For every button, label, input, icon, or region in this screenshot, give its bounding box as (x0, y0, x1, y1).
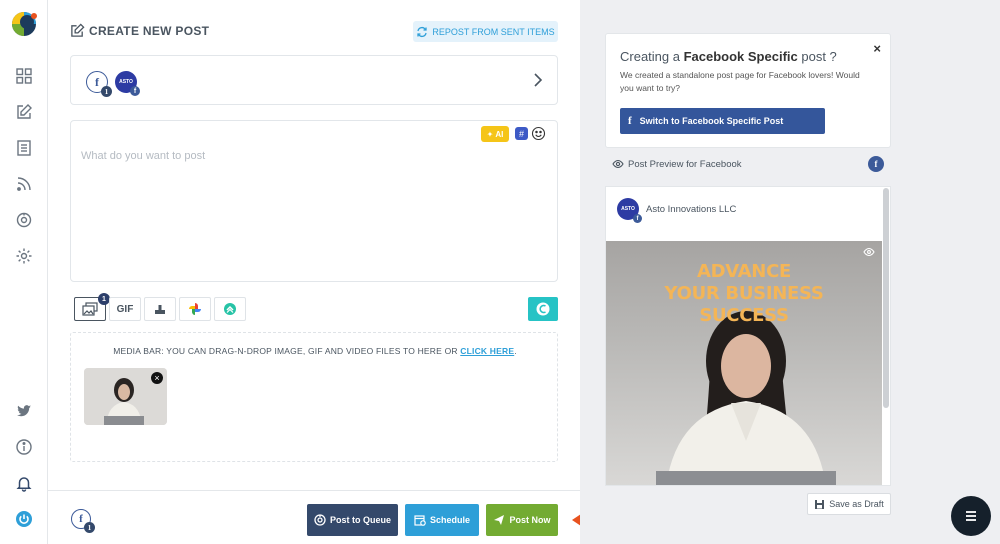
power-icon[interactable] (13, 508, 35, 530)
post-preview-card: ASTO f Asto Innovations LLC ADVANCE YOUR… (605, 186, 891, 486)
footer-facebook-icon[interactable]: f 1 (71, 509, 95, 533)
canva-button[interactable] (214, 297, 246, 321)
calendar-clock-icon (414, 515, 426, 526)
page-title-row: CREATE NEW POST (70, 23, 209, 38)
post-now-button[interactable]: Post Now (486, 504, 558, 536)
page-avatar[interactable]: ASTO f (115, 71, 140, 96)
posts-icon[interactable] (13, 137, 35, 159)
compose-panel: CREATE NEW POST REPOST FROM SENT ITEMS f… (48, 0, 580, 544)
google-photos-icon (189, 303, 201, 315)
repost-icon (417, 26, 428, 37)
preview-label: Post Preview for Facebook (612, 158, 742, 170)
image-eye-icon[interactable] (863, 247, 875, 257)
facebook-specific-card: Creating a Facebook Specific post ? × We… (605, 33, 891, 148)
media-thumbnail[interactable]: × (84, 368, 167, 425)
dashboard-icon[interactable] (13, 65, 35, 87)
facebook-badge-icon: f (130, 86, 140, 96)
account-count-badge: 1 (101, 86, 112, 97)
switch-to-facebook-button[interactable]: f Switch to Facebook Specific Post (620, 108, 825, 134)
chevron-up-circle-icon (224, 303, 236, 315)
images-icon (82, 302, 98, 316)
twitter-icon[interactable] (13, 400, 35, 422)
gif-button[interactable]: GIF (109, 297, 141, 321)
info-icon[interactable] (13, 436, 35, 458)
facebook-badge-icon: f (633, 214, 642, 223)
hashtag-icon[interactable]: # (515, 127, 528, 140)
post-to-queue-button[interactable]: Post to Queue (307, 504, 398, 536)
fb-card-title: Creating a Facebook Specific post ? (620, 49, 837, 64)
save-icon (815, 499, 825, 509)
compose-icon[interactable] (13, 101, 35, 123)
upload-button[interactable] (144, 297, 176, 321)
preview-facebook-icon[interactable]: f (868, 156, 884, 172)
save-as-draft-button[interactable]: Save as Draft (807, 493, 891, 515)
app-logo[interactable] (8, 8, 40, 40)
preview-panel: Creating a Facebook Specific post ? × We… (580, 0, 1000, 544)
settings-icon[interactable] (13, 245, 35, 267)
upload-icon (155, 305, 165, 314)
preview-page-avatar: ASTO f (617, 198, 642, 223)
compose-footer: f 1 Post to Queue Schedule Post Now (48, 490, 580, 544)
facebook-icon: f (628, 115, 632, 127)
footer-account-badge: 1 (84, 522, 95, 533)
post-editor: ✦ AI # (70, 120, 558, 282)
emoji-icon[interactable] (531, 126, 546, 141)
edit-icon (71, 23, 85, 37)
preview-scrollbar[interactable] (883, 188, 889, 408)
post-text-input[interactable] (81, 147, 461, 165)
fb-card-description: We created a standalone post page for Fa… (620, 70, 860, 93)
repost-from-sent-button[interactable]: REPOST FROM SENT ITEMS (413, 21, 558, 42)
account-selector[interactable]: f 1 ASTO f (70, 55, 558, 105)
bell-icon[interactable] (13, 472, 35, 494)
preview-page-name: Asto Innovations LLC (646, 204, 737, 215)
menu-hamburger-icon[interactable] (951, 496, 991, 536)
page-title: CREATE NEW POST (89, 23, 210, 38)
google-photos-button[interactable] (179, 297, 211, 321)
media-toolbar: 1 GIF (74, 293, 249, 321)
media-drop-zone[interactable]: MEDIA BAR: YOU CAN DRAG-N-DROP IMAGE, GI… (70, 332, 558, 462)
queue-icon (314, 514, 326, 526)
rss-icon[interactable] (13, 173, 35, 195)
sidebar (0, 0, 48, 544)
canva-icon (536, 302, 550, 316)
design-tool-button[interactable] (528, 297, 558, 321)
chevron-right-icon[interactable] (531, 72, 545, 88)
ai-assist-button[interactable]: ✦ AI (481, 126, 509, 142)
remove-media-close-icon[interactable]: × (151, 372, 163, 384)
sparkle-icon: ✦ (486, 129, 494, 139)
image-upload-button[interactable]: 1 (74, 293, 110, 321)
close-icon[interactable]: × (873, 41, 881, 56)
send-icon (494, 515, 505, 525)
app-root: CREATE NEW POST REPOST FROM SENT ITEMS f… (0, 0, 1000, 544)
schedule-button[interactable]: Schedule (405, 504, 479, 536)
click-here-link[interactable]: CLICK HERE (460, 346, 514, 356)
facebook-account-icon[interactable]: f 1 (86, 71, 112, 97)
preview-image: ADVANCE YOUR BUSINESS SUCCESS (606, 241, 882, 485)
preview-headline: ADVANCE YOUR BUSINESS SUCCESS (664, 261, 824, 326)
eye-icon (612, 159, 624, 169)
media-bar-text: MEDIA BAR: YOU CAN DRAG-N-DROP IMAGE, GI… (113, 346, 517, 356)
queue-icon[interactable] (13, 209, 35, 231)
